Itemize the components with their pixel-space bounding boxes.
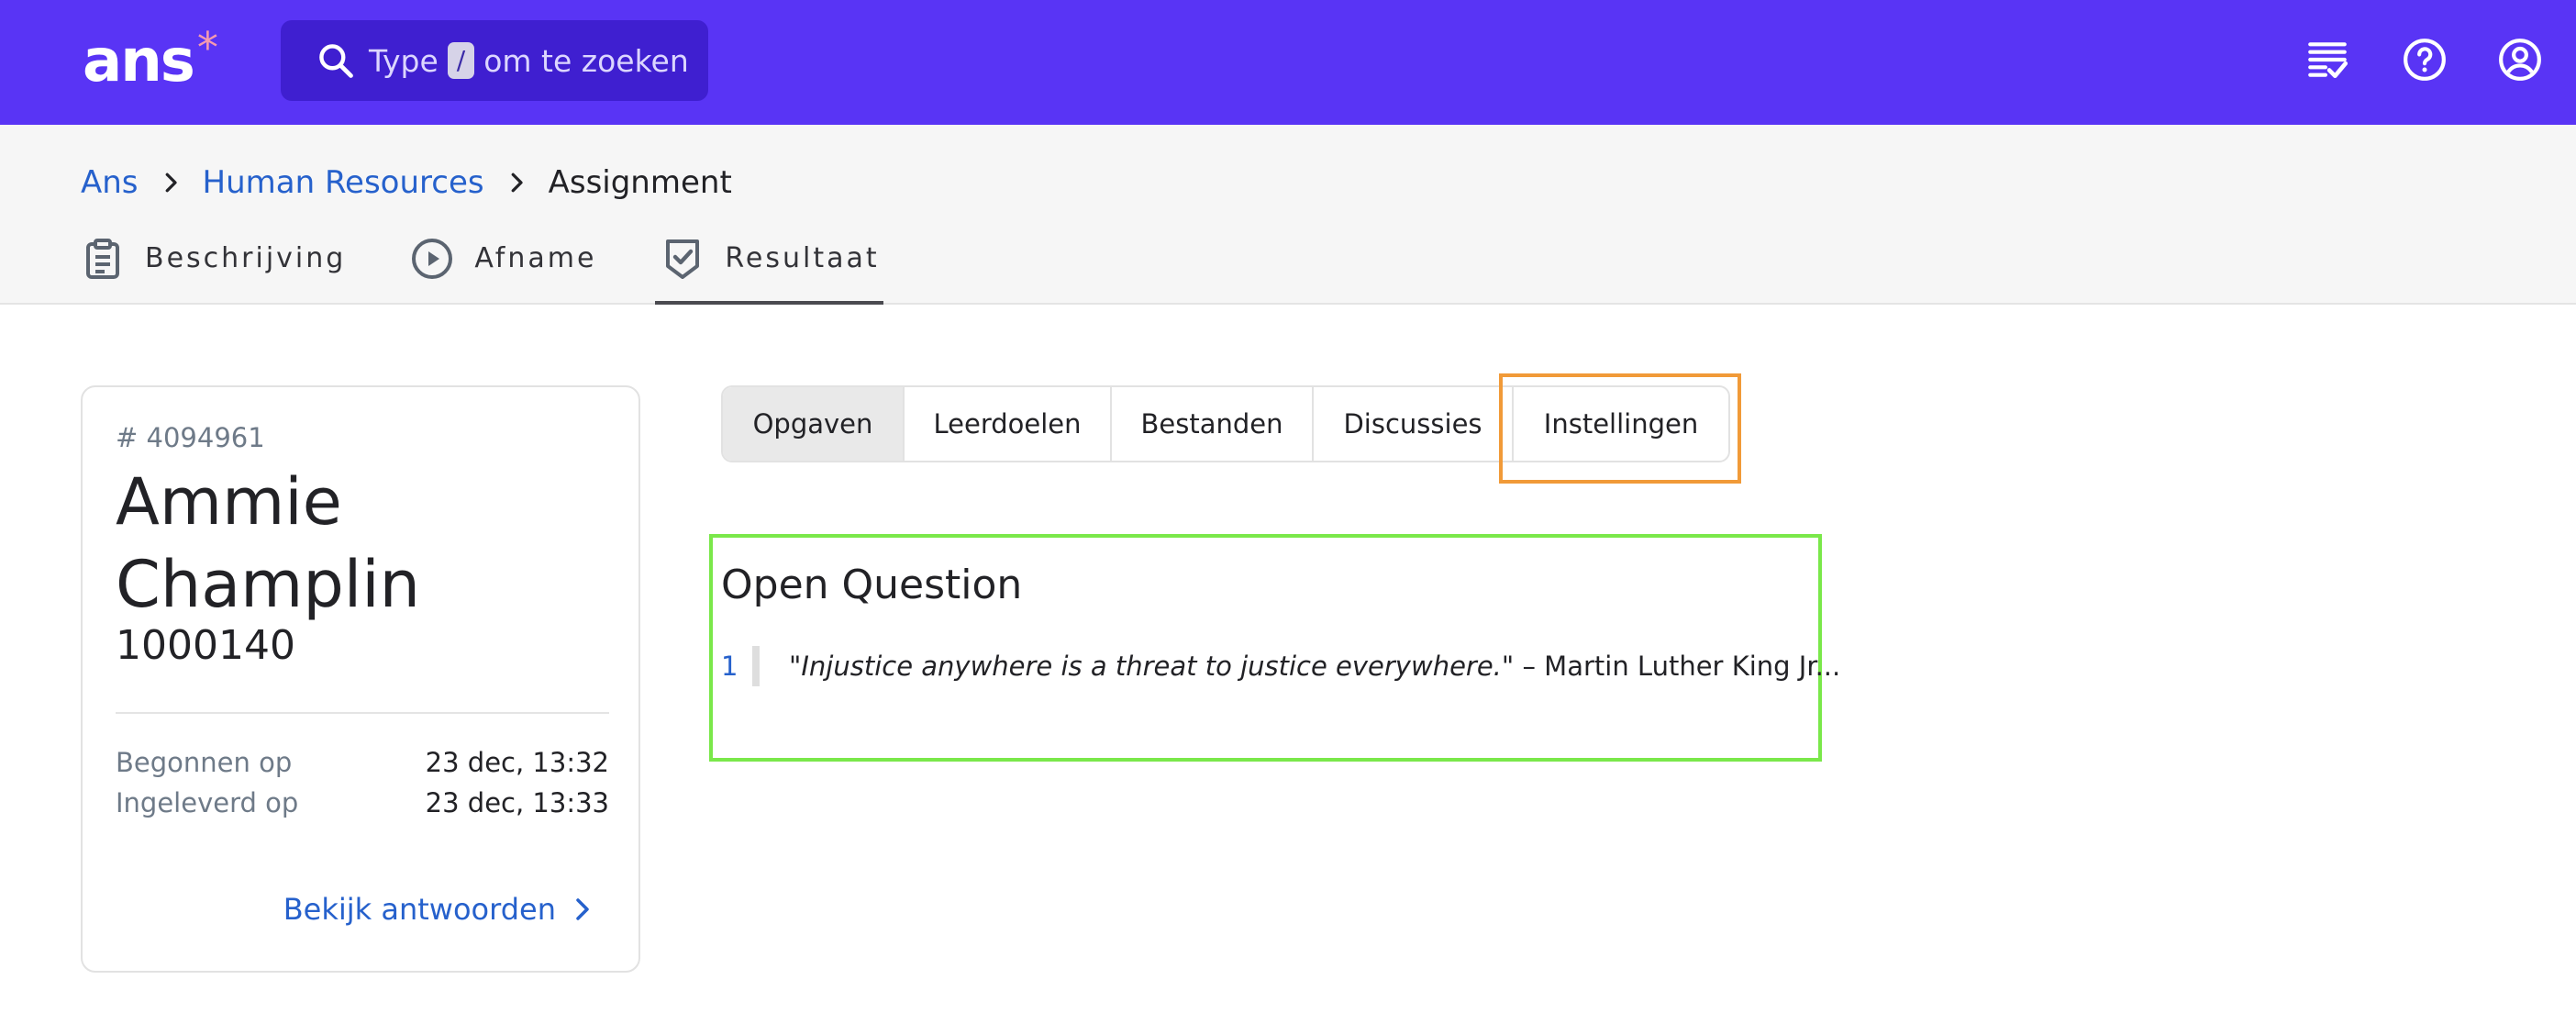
tab-afname[interactable]: Afname xyxy=(410,233,596,305)
tab-opgaven[interactable]: Opgaven xyxy=(723,387,905,461)
view-answers-link[interactable]: Bekijk antwoorden xyxy=(283,892,596,927)
help-icon[interactable] xyxy=(2402,37,2448,83)
instellingen-highlight xyxy=(1499,373,1741,484)
question-line-number: 1 xyxy=(721,651,738,682)
tab-resultaat-label: Resultaat xyxy=(725,242,880,274)
account-icon[interactable] xyxy=(2497,37,2543,83)
submitted-label: Ingeleverd op xyxy=(116,787,299,818)
page-header: Ans Human Resources Assignment Beschrijv… xyxy=(0,125,2576,305)
question-attribution: – Martin Luther King Jr... xyxy=(1514,651,1841,682)
shield-check-icon xyxy=(666,239,700,279)
tab-afname-label: Afname xyxy=(474,242,597,274)
search-placeholder: Type / om te zoeken xyxy=(369,42,689,79)
tab-bestanden[interactable]: Bestanden xyxy=(1112,387,1314,461)
tab-beschrijving-label: Beschrijving xyxy=(145,242,347,274)
search-suffix: om te zoeken xyxy=(483,42,689,79)
main-tabs: Beschrijving Afname Resultaat xyxy=(81,233,944,305)
started-label: Begonnen op xyxy=(116,747,293,778)
search-icon xyxy=(319,44,353,78)
breadcrumb-human-resources[interactable]: Human Resources xyxy=(203,164,484,201)
submitted-value: 23 dec, 13:33 xyxy=(425,787,609,818)
question-line-bar xyxy=(752,646,760,686)
breadcrumb-assignment: Assignment xyxy=(548,164,732,201)
logo-text: ans xyxy=(83,28,195,95)
search-prefix: Type xyxy=(369,42,439,79)
chevron-right-icon xyxy=(511,173,523,193)
student-number: 1000140 xyxy=(116,622,295,669)
student-card: # 4094961 Ammie Champlin 1000140 Begonne… xyxy=(81,385,640,973)
search-bar[interactable]: Type / om te zoeken xyxy=(281,20,708,101)
student-name: Ammie Champlin xyxy=(116,464,421,622)
logo-star: * xyxy=(196,23,218,72)
top-bar: ans * Type / om te zoeken xyxy=(0,0,2576,125)
breadcrumb-ans[interactable]: Ans xyxy=(81,164,139,201)
tab-leerdoelen[interactable]: Leerdoelen xyxy=(905,387,1112,461)
student-id: # 4094961 xyxy=(116,422,265,453)
question-text: "Injustice anywhere is a threat to justi… xyxy=(789,651,1840,682)
tab-beschrijving[interactable]: Beschrijving xyxy=(81,233,346,305)
ans-logo[interactable]: ans * xyxy=(83,20,218,103)
chevron-right-icon xyxy=(576,898,589,920)
started-value: 23 dec, 13:32 xyxy=(425,747,609,778)
breadcrumb: Ans Human Resources Assignment xyxy=(81,160,732,206)
tab-resultaat[interactable]: Resultaat xyxy=(655,233,883,305)
clipboard-icon xyxy=(86,239,119,279)
started-row: Begonnen op 23 dec, 13:32 xyxy=(116,747,609,778)
checklist-icon[interactable] xyxy=(2304,37,2350,83)
card-divider xyxy=(116,712,609,714)
search-shortcut-key: / xyxy=(447,42,475,79)
question-line[interactable]: 1 "Injustice anywhere is a threat to jus… xyxy=(721,646,1840,686)
play-circle-icon xyxy=(412,239,453,279)
chevron-right-icon xyxy=(165,173,177,193)
question-quote: "Injustice anywhere is a threat to justi… xyxy=(789,651,1515,682)
tab-discussies[interactable]: Discussies xyxy=(1314,387,1514,461)
view-answers-label: Bekijk antwoorden xyxy=(283,892,556,927)
question-title: Open Question xyxy=(721,562,1023,608)
submitted-row: Ingeleverd op 23 dec, 13:33 xyxy=(116,787,609,818)
